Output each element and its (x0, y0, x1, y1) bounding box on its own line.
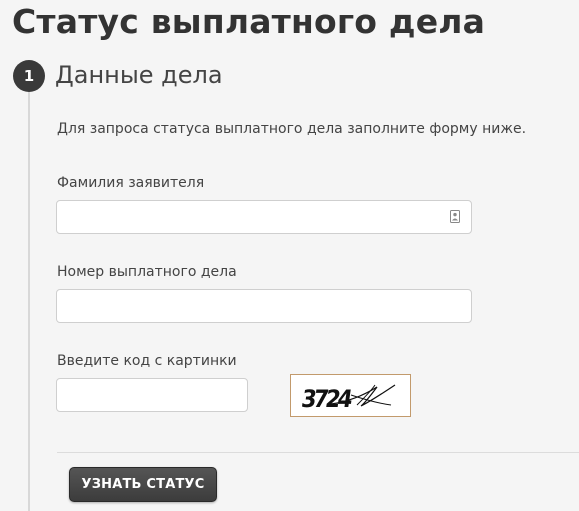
captcha-input[interactable] (56, 378, 248, 412)
case-number-label: Номер выплатного дела (57, 264, 237, 280)
page-title: Статус выплатного дела (12, 2, 486, 41)
check-status-button[interactable]: УЗНАТЬ СТАТУС (69, 467, 217, 502)
contact-card-icon[interactable] (450, 210, 460, 223)
captcha-image: 3724 (290, 374, 411, 417)
step-number-badge: 1 (13, 60, 45, 92)
applicant-surname-input[interactable] (56, 200, 472, 234)
case-number-input[interactable] (56, 289, 472, 323)
step-title: Данные дела (55, 61, 223, 89)
status-page: Статус выплатного дела 1 Данные дела Для… (0, 0, 579, 511)
captcha-label: Введите код с картинки (57, 353, 237, 369)
step-timeline-line (28, 88, 30, 511)
form-intro-text: Для запроса статуса выплатного дела запо… (57, 121, 527, 137)
applicant-surname-label: Фамилия заявителя (57, 175, 205, 191)
captcha-code-text: 3724 (300, 385, 355, 413)
form-divider (57, 452, 579, 453)
